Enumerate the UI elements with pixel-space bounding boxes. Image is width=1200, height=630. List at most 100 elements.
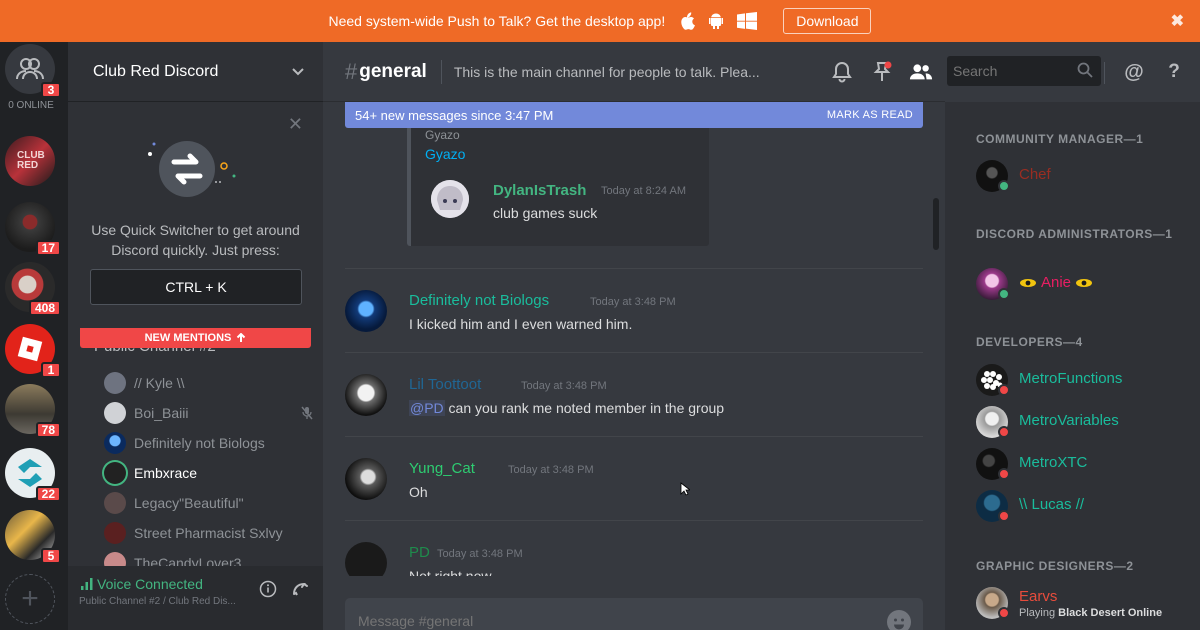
user-mention[interactable]: @PD [409,400,445,416]
new-messages-text: 54+ new messages since 3:47 PM [355,107,554,123]
voice-user-name: Boi_Baiii [134,405,189,421]
chat-area: # general This is the main channel for p… [323,42,945,630]
activity-prefix: Playing [1019,607,1059,619]
voice-user[interactable]: Definitely not Biologs [104,428,314,458]
search-input[interactable] [953,63,1073,79]
avatar [104,402,126,424]
server-list: 3 0 ONLINE CLUB RED 17 408 1 78 22 5 + [0,42,68,630]
member-item[interactable]: Anie [976,266,1196,300]
new-messages-bar[interactable]: 54+ new messages since 3:47 PM MARK AS R… [345,102,923,128]
guild-7[interactable]: 5 [5,510,61,564]
shortcut-key: CTRL + K [90,269,302,305]
chevron-down-icon [292,67,304,75]
desktop-app-banner: Need system-wide Push to Talk? Get the d… [0,0,1200,42]
guild-roblox[interactable]: 1 [5,324,61,378]
info-icon[interactable] [259,580,277,598]
online-status-icon [998,288,1010,300]
friends-dm-button[interactable]: 3 [5,44,61,98]
voice-user[interactable]: Boi_Baiii [104,398,314,428]
guild-3[interactable]: 408 [5,262,61,316]
avatar[interactable] [345,542,387,576]
online-count: 0 ONLINE [8,100,54,111]
member-name-row: Anie [1019,274,1093,291]
guild-badge: 1 [41,362,61,378]
message-timestamp: Today at 3:48 PM [437,548,523,560]
avatar [104,372,126,394]
download-button[interactable]: Download [783,8,872,34]
member-item[interactable]: \\ Lucas // [976,488,1196,522]
new-mentions-label: NEW MENTIONS [144,332,232,344]
channel-title: general [359,60,427,82]
voice-user[interactable]: Legacy"Beautiful" [104,488,314,518]
member-item[interactable]: MetroXTC [976,446,1196,480]
guild-5[interactable]: 78 [5,384,61,438]
search-icon[interactable] [1077,62,1093,78]
member-item[interactable]: MetroFunctions [976,362,1196,396]
role-header: COMMUNITY MANAGER—1 [976,132,1144,146]
avatar[interactable] [345,374,387,416]
new-mentions-bar[interactable]: NEW MENTIONS [80,328,311,348]
member-item[interactable]: Earvs Playing Black Desert Online [976,585,1196,619]
message-author[interactable]: PD [409,544,430,561]
member-name: Chef [1019,166,1051,183]
voice-connected-label: Voice Connected [97,576,203,592]
guild-2[interactable]: 17 [5,202,61,256]
voice-panel-actions [259,580,309,598]
member-item[interactable]: Chef [976,158,1196,192]
add-server-button[interactable]: + [5,574,55,624]
windows-icon[interactable] [737,12,758,30]
voice-user-name: // Kyle \\ [134,375,185,391]
close-icon[interactable]: ✕ [288,114,303,135]
avatar [104,522,126,544]
online-status-icon [998,180,1010,192]
server-header[interactable]: Club Red Discord [68,42,323,102]
android-icon[interactable] [707,12,725,30]
message-input[interactable] [358,613,858,629]
message-author[interactable]: Definitely not Biologs [409,292,549,309]
guild-badge: 5 [41,548,61,564]
message-author[interactable]: Lil Toottoot [409,376,481,393]
close-banner-icon[interactable]: ✖ [1171,11,1184,31]
avatar[interactable] [345,290,387,332]
voice-connected-channel: Public Channel #2 / Club Red Dis... [79,596,236,607]
disconnect-icon[interactable] [291,580,309,598]
member-list: COMMUNITY MANAGER—1 Chef DISCORD ADMINIS… [945,102,1200,630]
message-composer [345,598,923,630]
mentions-icon[interactable]: @ [1122,60,1146,84]
help-icon[interactable]: ? [1162,60,1186,84]
voice-user[interactable]: Street Pharmacist Sxlvy [104,518,314,548]
member-name: MetroXTC [1019,454,1088,471]
dnd-status-icon [998,468,1010,480]
avatar[interactable] [345,458,387,500]
chat-scrollbar[interactable] [933,198,939,250]
member-list-icon[interactable] [909,60,933,84]
guild-club-red[interactable]: CLUB RED [5,136,55,186]
link-embed: Gyazo Gyazo DylanIsTrash Today at 8:24 A… [407,126,709,246]
voice-user[interactable]: // Kyle \\ [104,368,314,398]
member-item[interactable]: MetroVariables [976,404,1196,438]
avatar [104,492,126,514]
channel-topic[interactable]: This is the main channel for people to t… [454,64,760,80]
emoji-icon[interactable] [887,610,911,630]
activity-game: Black Desert Online [1058,607,1163,619]
mark-as-read-button[interactable]: MARK AS READ [827,109,913,121]
signal-icon [81,578,93,590]
bell-icon[interactable] [830,60,854,84]
guild-badge: 78 [35,422,61,438]
apple-icon[interactable] [679,12,696,30]
dnd-status-icon [998,607,1010,619]
guild-badge: 408 [28,300,61,316]
pin-icon[interactable] [870,60,894,84]
embed-link[interactable]: Gyazo [425,146,465,162]
arrow-up-icon [237,333,246,342]
message-text: Not right now [409,568,492,576]
message-divider [345,352,923,353]
dnd-status-icon [998,426,1010,438]
member-name: MetroFunctions [1019,370,1123,387]
voice-user-speaking[interactable]: Embxrace [104,458,314,488]
member-name: \\ Lucas // [1019,496,1085,513]
guild-metro[interactable]: 22 [5,448,61,502]
quick-switcher-text: Use Quick Switcher to get around Discord… [91,222,300,258]
message-divider [345,520,923,521]
message-author[interactable]: Yung_Cat [409,460,475,477]
